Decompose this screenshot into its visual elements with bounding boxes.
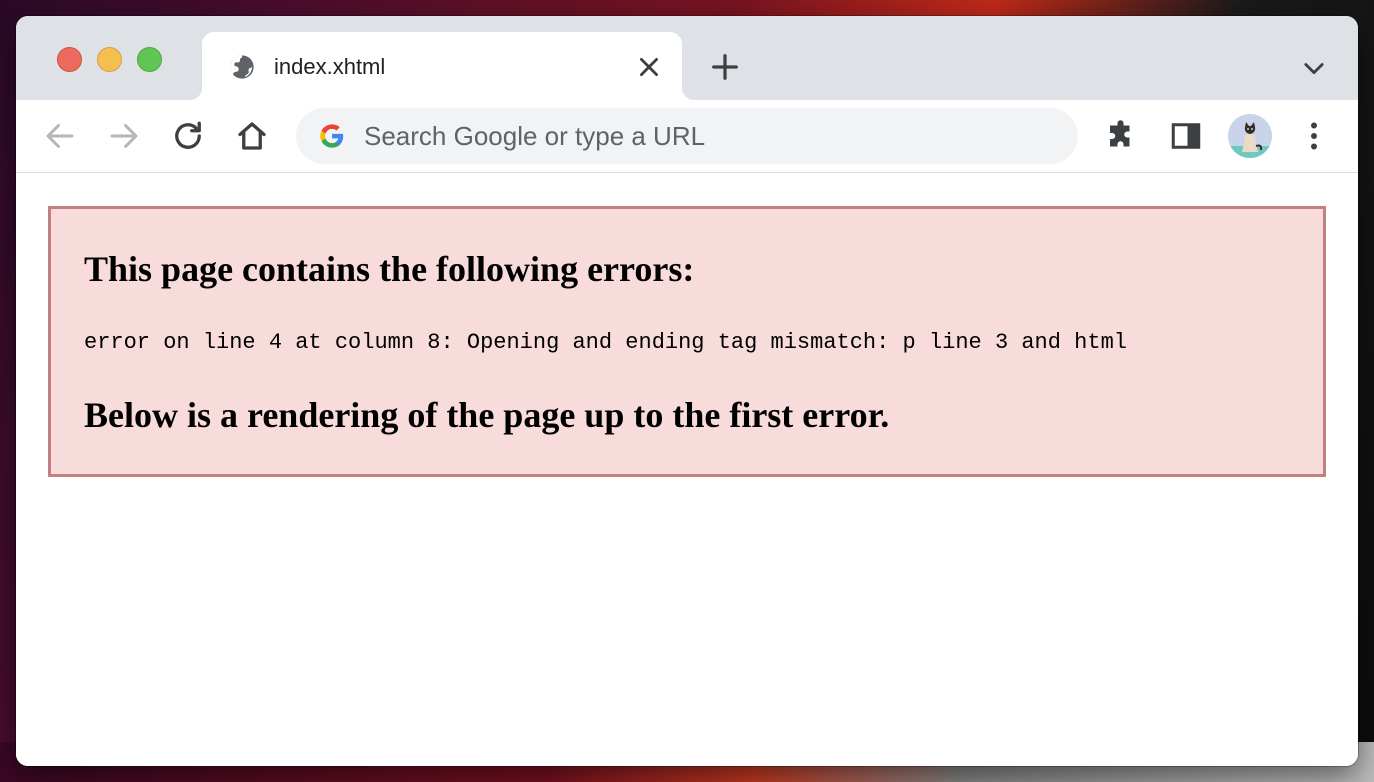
more-vert-icon[interactable] [1296,118,1332,154]
error-heading: This page contains the following errors: [84,249,695,289]
new-tab-plus-icon[interactable] [710,52,740,82]
window-minimize-button[interactable] [97,47,122,72]
tab-title: index.xhtml [274,54,386,79]
google-g-icon [320,124,344,148]
browser-toolbar [16,100,1358,173]
error-message: error on line 4 at column 8: Opening and… [84,330,1127,355]
globe-icon [230,55,254,79]
chevron-down-icon[interactable] [1300,54,1328,82]
render-heading: Below is a rendering of the page up to t… [84,395,890,435]
window-maximize-button[interactable] [137,47,162,72]
close-icon[interactable] [636,54,662,80]
tab-active[interactable]: index.xhtml [202,32,682,100]
cat-avatar-icon [1228,114,1272,158]
profile-avatar[interactable] [1228,114,1272,158]
xml-parse-error-box: This page contains the following errors:… [48,206,1326,477]
home-icon[interactable] [234,118,270,154]
omnibox[interactable] [296,108,1078,164]
address-bar-input[interactable] [364,108,1054,164]
browser-window: index.xhtml Search Google or type a URL … [16,16,1358,766]
extensions-puzzle-icon[interactable] [1104,118,1140,154]
window-close-button[interactable] [57,47,82,72]
page-content: This page contains the following errors:… [16,173,1358,766]
forward-arrow-icon[interactable] [106,118,142,154]
side-panel-icon[interactable] [1168,118,1204,154]
tab-strip: index.xhtml [16,16,1358,100]
reload-icon[interactable] [170,118,206,154]
back-arrow-icon[interactable] [42,118,78,154]
